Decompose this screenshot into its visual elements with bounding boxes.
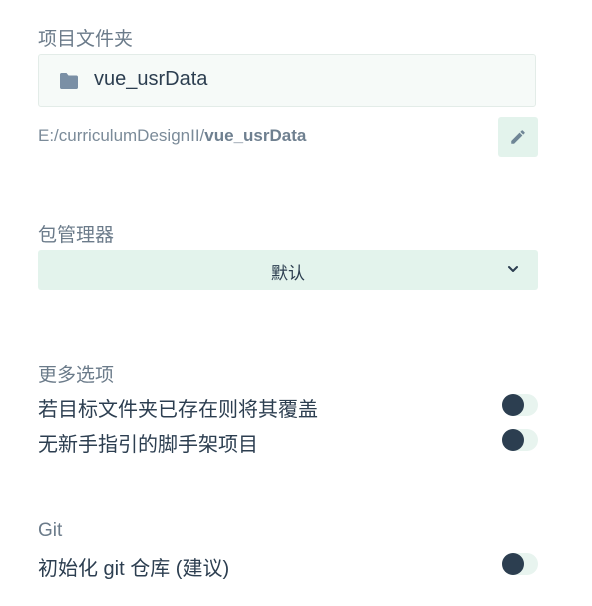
option-label-no-guide: 无新手指引的脚手架项目 — [38, 434, 258, 456]
folder-icon — [59, 72, 79, 90]
project-create-details-panel: 项目文件夹 vue_usrData E:/curriculumDesignII/… — [0, 0, 592, 606]
project-path: E:/curriculumDesignII/vue_usrData — [38, 126, 306, 146]
more-options-label: 更多选项 — [38, 365, 115, 386]
toggle-knob — [502, 394, 524, 416]
chevron-down-icon — [506, 262, 520, 281]
project-path-folder: vue_usrData — [204, 126, 307, 145]
project-path-prefix: E:/curriculumDesignII/ — [38, 126, 205, 145]
package-manager-select[interactable]: 默认 — [38, 250, 538, 290]
option-label-overwrite: 若目标文件夹已存在则将其覆盖 — [38, 399, 318, 421]
toggle-init-git[interactable] — [502, 553, 538, 575]
toggle-overwrite[interactable] — [502, 394, 538, 416]
package-manager-selected-value: 默认 — [271, 264, 305, 283]
pencil-icon — [511, 130, 525, 144]
edit-path-button[interactable] — [498, 117, 538, 157]
option-row-overwrite[interactable]: 若目标文件夹已存在则将其覆盖 — [38, 391, 538, 421]
option-label-init-git: 初始化 git 仓库 (建议) — [38, 558, 230, 580]
toggle-knob — [502, 429, 524, 451]
project-folder-name: vue_usrData — [94, 68, 208, 90]
git-section-label: Git — [38, 520, 63, 541]
toggle-knob — [502, 553, 524, 575]
option-row-no-guide[interactable]: 无新手指引的脚手架项目 — [38, 426, 538, 456]
project-folder-label: 项目文件夹 — [38, 29, 134, 50]
option-row-init-git[interactable]: 初始化 git 仓库 (建议) — [38, 550, 538, 580]
project-folder-display: vue_usrData — [38, 54, 536, 107]
toggle-no-guide[interactable] — [502, 429, 538, 451]
package-manager-label: 包管理器 — [38, 225, 115, 246]
